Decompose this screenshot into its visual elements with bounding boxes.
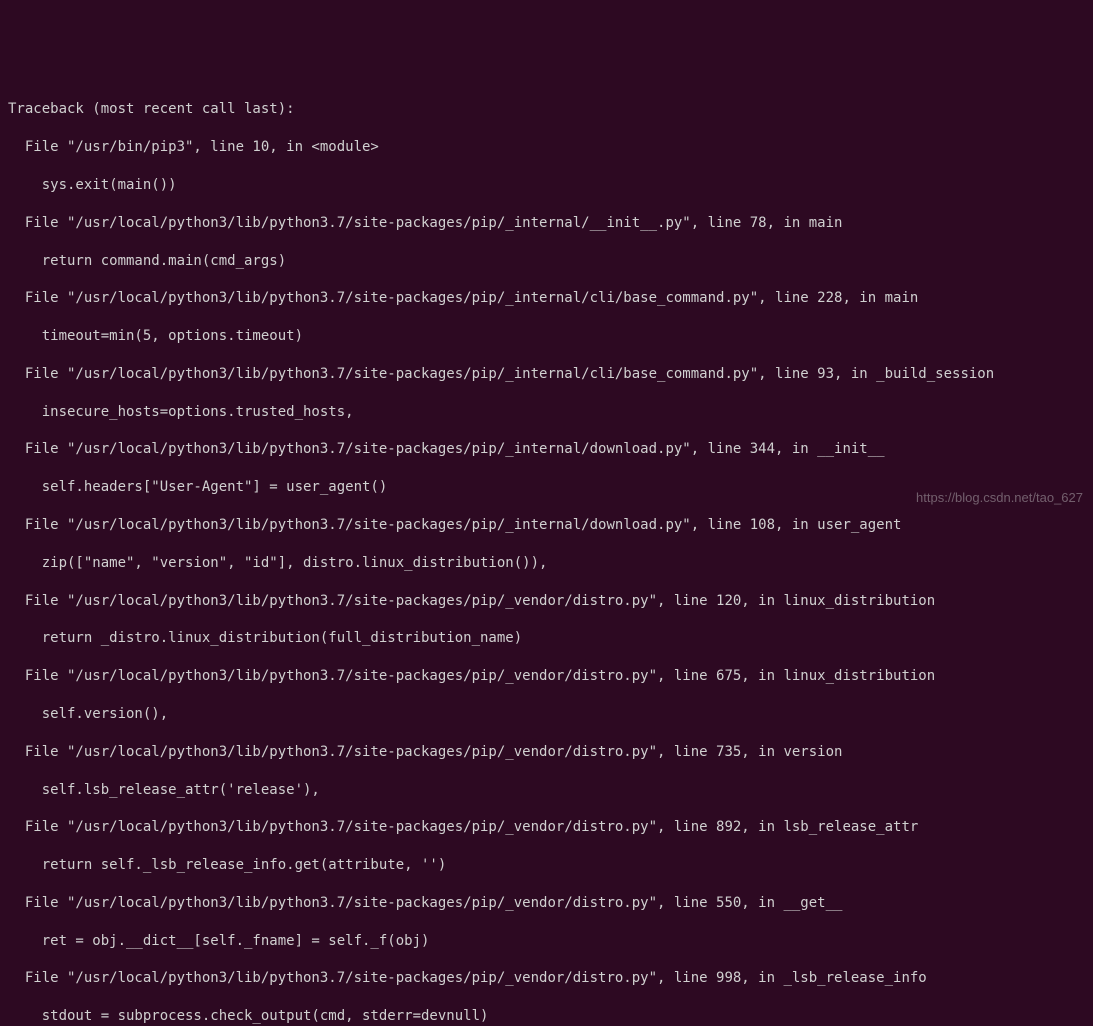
traceback-line: sys.exit(main()) — [8, 176, 1085, 195]
traceback-line: self.lsb_release_attr('release'), — [8, 781, 1085, 800]
traceback-line: File "/usr/local/python3/lib/python3.7/s… — [8, 743, 1085, 762]
traceback-line: self.headers["User-Agent"] = user_agent(… — [8, 478, 1085, 497]
traceback-line: Traceback (most recent call last): — [8, 100, 1085, 119]
traceback-line: File "/usr/local/python3/lib/python3.7/s… — [8, 894, 1085, 913]
traceback-line: File "/usr/local/python3/lib/python3.7/s… — [8, 516, 1085, 535]
traceback-line: File "/usr/local/python3/lib/python3.7/s… — [8, 214, 1085, 233]
traceback-line: ret = obj.__dict__[self._fname] = self._… — [8, 932, 1085, 951]
traceback-line: return command.main(cmd_args) — [8, 252, 1085, 271]
traceback-line: timeout=min(5, options.timeout) — [8, 327, 1085, 346]
traceback-line: File "/usr/local/python3/lib/python3.7/s… — [8, 289, 1085, 308]
traceback-line: File "/usr/local/python3/lib/python3.7/s… — [8, 818, 1085, 837]
traceback-line: return _distro.linux_distribution(full_d… — [8, 629, 1085, 648]
traceback-line: zip(["name", "version", "id"], distro.li… — [8, 554, 1085, 573]
traceback-line: return self._lsb_release_info.get(attrib… — [8, 856, 1085, 875]
traceback-line: File "/usr/local/python3/lib/python3.7/s… — [8, 440, 1085, 459]
terminal-output: Traceback (most recent call last): File … — [8, 82, 1085, 1026]
traceback-line: File "/usr/bin/pip3", line 10, in <modul… — [8, 138, 1085, 157]
traceback-line: stdout = subprocess.check_output(cmd, st… — [8, 1007, 1085, 1026]
traceback-line: File "/usr/local/python3/lib/python3.7/s… — [8, 365, 1085, 384]
traceback-line: File "/usr/local/python3/lib/python3.7/s… — [8, 667, 1085, 686]
traceback-line: self.version(), — [8, 705, 1085, 724]
traceback-line: insecure_hosts=options.trusted_hosts, — [8, 403, 1085, 422]
traceback-line: File "/usr/local/python3/lib/python3.7/s… — [8, 969, 1085, 988]
traceback-line: File "/usr/local/python3/lib/python3.7/s… — [8, 592, 1085, 611]
